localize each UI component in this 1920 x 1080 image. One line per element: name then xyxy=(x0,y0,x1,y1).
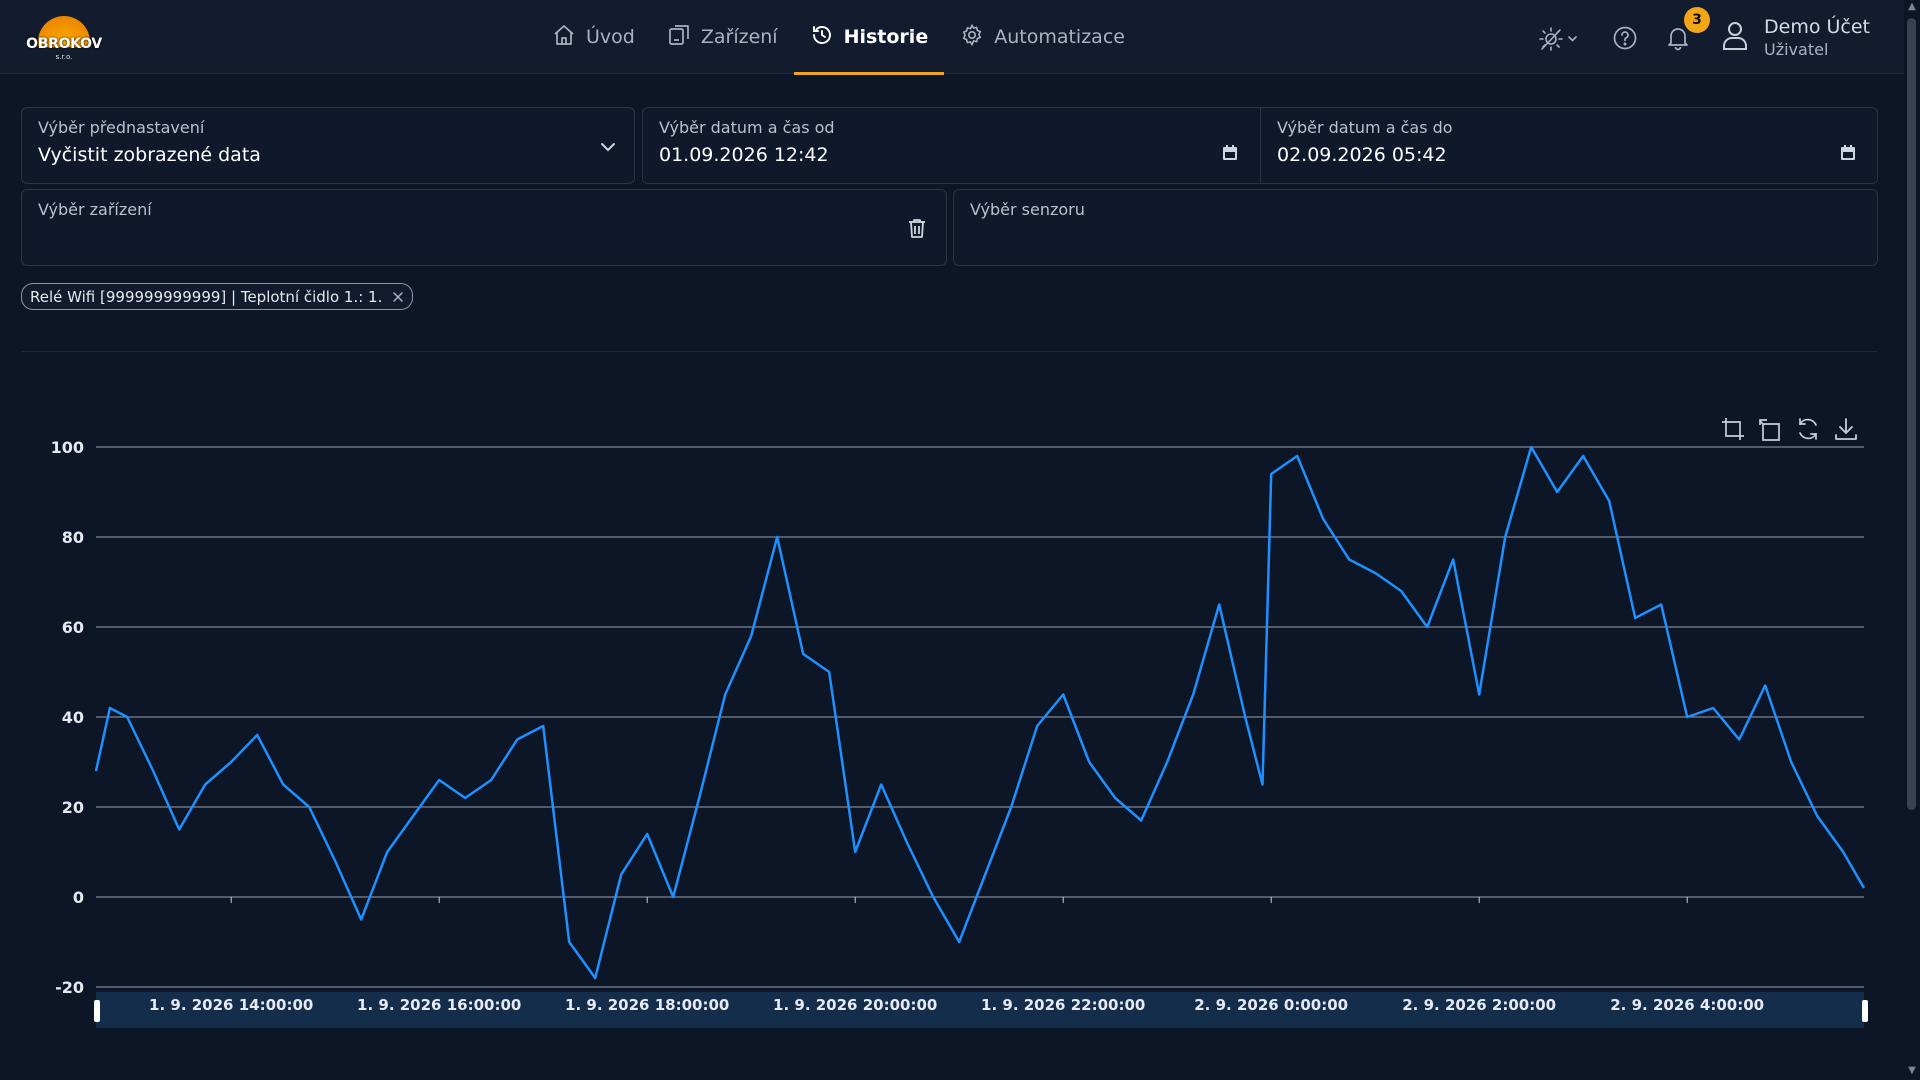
date-range-group: Výběr datum a čas od 01.09.2026 12:42 Vý… xyxy=(642,107,1878,184)
user-menu[interactable]: Demo Účet Uživatel xyxy=(1718,14,1870,60)
preset-select[interactable]: Výběr přednastavení Vyčistit zobrazené d… xyxy=(21,107,635,184)
preset-value: Vyčistit zobrazené data xyxy=(38,144,261,166)
x-tick-label: 1. 9. 2026 20:00:00 xyxy=(773,996,937,1014)
user-icon xyxy=(1718,18,1752,56)
chip-label: Relé Wifi [999999999999] | Teplotní čidl… xyxy=(30,287,383,306)
range-handle-left[interactable] xyxy=(94,1000,100,1022)
range-handle-right[interactable] xyxy=(1862,1000,1868,1022)
x-tick-label: 1. 9. 2026 14:00:00 xyxy=(149,996,313,1014)
close-icon[interactable] xyxy=(391,290,405,304)
x-tick-label: 1. 9. 2026 18:00:00 xyxy=(565,996,729,1014)
home-icon xyxy=(552,23,576,52)
date-from-value: 01.09.2026 12:42 xyxy=(659,144,829,166)
y-tick-label: -20 xyxy=(55,978,84,997)
scrollbar-thumb[interactable] xyxy=(1907,18,1916,810)
device-label: Výběr zařízení xyxy=(38,200,152,219)
trash-icon[interactable] xyxy=(906,217,928,239)
y-tick-label: 80 xyxy=(62,528,84,547)
selected-sensor-chip: Relé Wifi [999999999999] | Teplotní čidl… xyxy=(21,283,414,310)
y-tick-label: 0 xyxy=(73,888,84,907)
scroll-up-icon[interactable]: ▲ xyxy=(1906,2,1918,12)
calendar-icon[interactable] xyxy=(1839,144,1857,162)
nav-item-historie[interactable]: Historie xyxy=(793,0,945,75)
date-to-value: 02.09.2026 05:42 xyxy=(1277,144,1447,166)
y-tick-label: 100 xyxy=(51,438,84,457)
logo-text: OBROKOV xyxy=(26,36,102,52)
nav-label: Automatizace xyxy=(994,26,1125,48)
user-name: Demo Účet xyxy=(1764,15,1870,38)
help-button[interactable] xyxy=(1612,25,1638,51)
help-icon xyxy=(1613,26,1637,50)
x-tick-label: 2. 9. 2026 0:00:00 xyxy=(1194,996,1348,1014)
sensor-select[interactable]: Výběr senzoru xyxy=(953,189,1878,266)
top-header: OBROKOV s.r.o. Úvod Zařízení Historie Au… xyxy=(0,0,1904,75)
notification-badge: 3 xyxy=(1684,7,1710,33)
nav-label: Úvod xyxy=(586,26,635,48)
gear-icon xyxy=(960,23,984,52)
history-chart: 100 80 60 40 20 0 -20 1. 9. 2026 14:00:00 1. 9.… xyxy=(0,400,1904,1040)
line-chart-svg: 100 80 60 40 20 0 -20 1. 9. 2026 14:00:00 1. 9.… xyxy=(51,438,1868,1028)
nav-item-uvod[interactable]: Úvod xyxy=(536,0,651,74)
user-role: Uživatel xyxy=(1764,39,1829,59)
sensor-label: Výběr senzoru xyxy=(970,200,1085,219)
x-tick-label: 1. 9. 2026 22:00:00 xyxy=(981,996,1145,1014)
main-nav: Úvod Zařízení Historie Automatizace xyxy=(536,0,1141,75)
date-from-label: Výběr datum a čas od xyxy=(659,118,835,137)
history-icon xyxy=(810,23,834,52)
x-tick-label: 2. 9. 2026 2:00:00 xyxy=(1402,996,1556,1014)
preset-label: Výběr přednastavení xyxy=(38,118,205,137)
nav-item-automatizace[interactable]: Automatizace xyxy=(944,0,1141,74)
nav-label: Historie xyxy=(843,26,929,48)
series-line xyxy=(94,445,1866,980)
devices-icon xyxy=(667,23,691,52)
chevron-down-icon[interactable] xyxy=(597,136,619,158)
date-from-field[interactable]: Výběr datum a čas od 01.09.2026 12:42 xyxy=(643,108,1261,183)
y-tick-label: 40 xyxy=(62,708,84,727)
x-tick-label: 1. 9. 2026 16:00:00 xyxy=(357,996,521,1014)
user-info: Demo Účet Uživatel xyxy=(1764,16,1870,59)
calendar-icon[interactable] xyxy=(1221,144,1239,162)
date-to-field[interactable]: Výběr datum a čas do 02.09.2026 05:42 xyxy=(1261,108,1877,183)
y-tick-label: 60 xyxy=(62,618,84,637)
sun-moon-icon xyxy=(1539,27,1577,51)
company-logo[interactable]: OBROKOV s.r.o. xyxy=(26,14,102,62)
nav-label: Zařízení xyxy=(700,26,778,48)
x-tick-label: 2. 9. 2026 4:00:00 xyxy=(1610,996,1764,1014)
device-select[interactable]: Výběr zařízení xyxy=(21,189,947,266)
scroll-down-icon[interactable]: ▼ xyxy=(1906,1066,1918,1076)
theme-toggle-button[interactable] xyxy=(1538,25,1580,51)
logo-subtext: s.r.o. xyxy=(55,53,73,61)
date-to-label: Výběr datum a čas do xyxy=(1277,118,1453,137)
y-tick-label: 20 xyxy=(62,798,84,817)
section-divider xyxy=(21,351,1877,352)
nav-item-zarizeni[interactable]: Zařízení xyxy=(651,0,794,74)
